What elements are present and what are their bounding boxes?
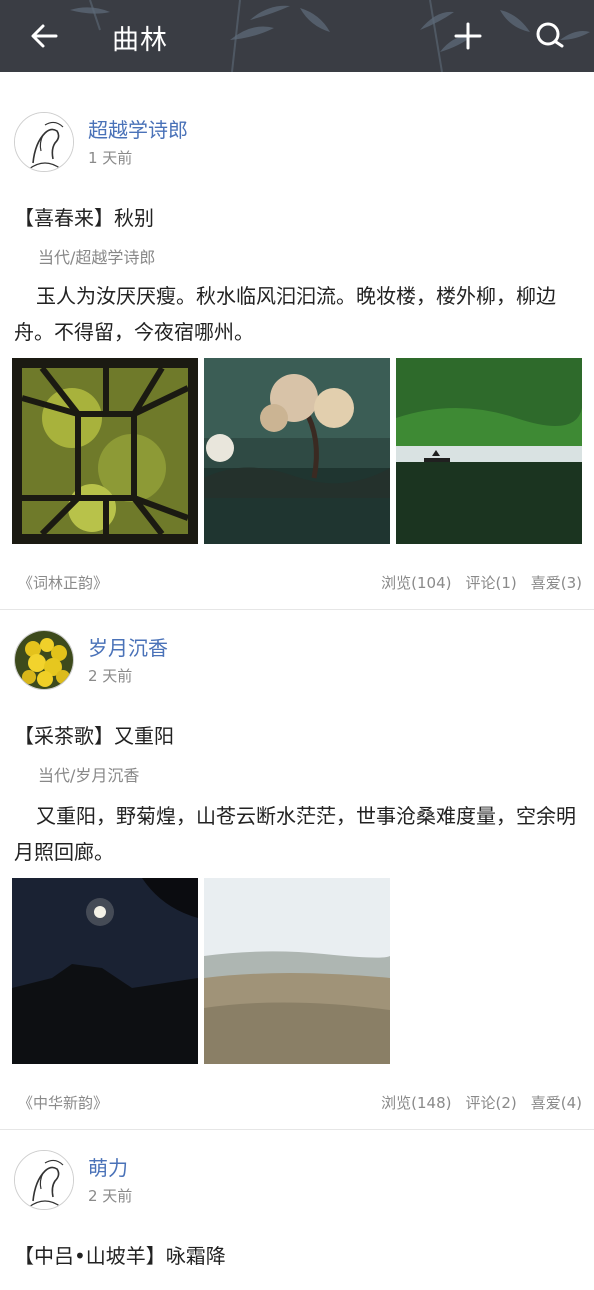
post-body: 玉人为汝厌厌瘦。秋水临风汩汩流。晚妆楼，楼外柳，柳边舟。不得留，今夜宿哪州。 xyxy=(14,284,556,344)
bamboo-decoration xyxy=(70,0,590,72)
blossom-lake-image xyxy=(204,358,390,544)
search-icon xyxy=(536,22,564,48)
post-stats: 浏览(148) 评论(2) 喜爱(4) xyxy=(381,1092,582,1113)
source-tag[interactable]: 《中华新韵》 xyxy=(18,1092,108,1113)
post-time: 2 天前 xyxy=(88,1187,133,1205)
post-stats: 浏览(104) 评论(1) 喜爱(3) xyxy=(381,572,582,593)
lattice-window-image xyxy=(12,358,198,544)
add-button[interactable] xyxy=(448,16,488,56)
author-name[interactable]: 岁月沉香 xyxy=(88,632,168,661)
post-image[interactable] xyxy=(12,358,198,544)
post-author-line: 当代/岁月沉香 xyxy=(38,766,140,785)
author-name[interactable]: 超越学诗郎 xyxy=(88,114,188,143)
app-header: 曲林 xyxy=(0,0,594,72)
post-title: 【喜春来】秋别 xyxy=(14,206,154,230)
post-body: 又重阳，野菊煌，山苍云断水茫茫，世事沧桑难度量，空余明月照回廊。 xyxy=(14,804,576,864)
yellow-flowers-icon xyxy=(15,631,73,689)
post-time: 2 天前 xyxy=(88,667,133,685)
search-button[interactable] xyxy=(530,16,570,56)
likes-button[interactable]: 喜爱(3) xyxy=(531,572,582,593)
author-name[interactable]: 萌力 xyxy=(88,1152,128,1181)
post-card[interactable]: 岁月沉香 2 天前 【采茶歌】又重阳 当代/岁月沉香 又重阳，野菊煌，山苍云断水… xyxy=(0,610,594,1130)
avatar[interactable] xyxy=(14,112,74,172)
post-image[interactable] xyxy=(204,358,390,544)
comments-button[interactable]: 评论(2) xyxy=(466,1092,517,1113)
post-title: 【采茶歌】又重阳 xyxy=(14,724,174,748)
post-author-line: 当代/超越学诗郎 xyxy=(38,248,156,267)
plus-icon xyxy=(454,22,482,50)
views-count: 浏览(148) xyxy=(381,1094,452,1112)
post-image[interactable] xyxy=(12,878,198,1064)
back-button[interactable] xyxy=(24,16,64,56)
arrow-left-icon xyxy=(31,24,58,48)
post-card[interactable]: 超越学诗郎 1 天前 【喜春来】秋别 当代/超越学诗郎 玉人为汝厌厌瘦。秋水临风… xyxy=(0,72,594,610)
post-feed: 超越学诗郎 1 天前 【喜春来】秋别 当代/超越学诗郎 玉人为汝厌厌瘦。秋水临风… xyxy=(0,72,594,1290)
post-time: 1 天前 xyxy=(88,149,133,167)
comments-button[interactable]: 评论(1) xyxy=(466,572,517,593)
avatar[interactable] xyxy=(14,1150,74,1210)
river-boat-image xyxy=(396,358,582,544)
post-title: 【中吕•山坡羊】咏霜降 xyxy=(14,1244,226,1268)
valley-landscape-image xyxy=(204,878,390,1064)
poet-sketch-icon xyxy=(15,1151,73,1209)
post-card[interactable]: 萌力 2 天前 【中吕•山坡羊】咏霜降 xyxy=(0,1130,594,1290)
post-image[interactable] xyxy=(204,878,390,1064)
page-title: 曲林 xyxy=(112,25,168,56)
avatar[interactable] xyxy=(14,630,74,690)
source-tag[interactable]: 《词林正韵》 xyxy=(18,572,108,593)
post-image[interactable] xyxy=(396,358,582,544)
poet-sketch-icon xyxy=(15,113,73,171)
night-moon-image xyxy=(12,878,198,1064)
likes-button[interactable]: 喜爱(4) xyxy=(531,1092,582,1113)
views-count: 浏览(104) xyxy=(381,574,452,592)
